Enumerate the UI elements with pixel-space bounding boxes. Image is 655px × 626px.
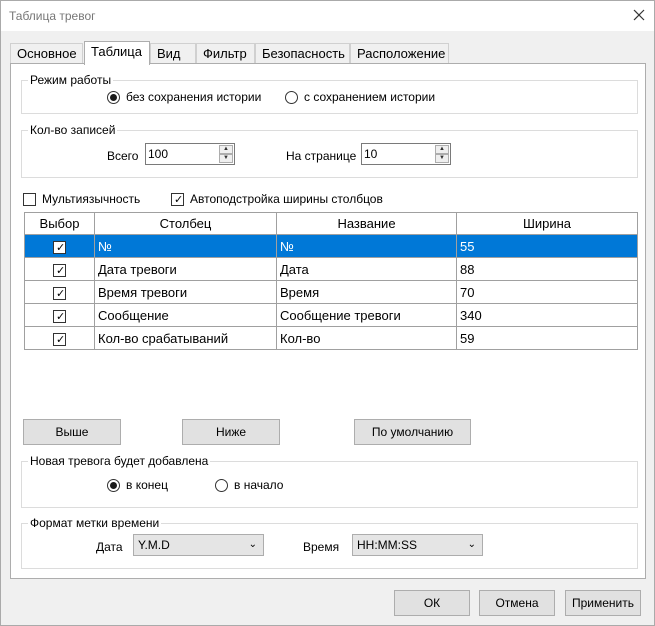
row-column: Время тревоги xyxy=(94,280,277,304)
per-page-spinner[interactable]: 10 ▲ ▼ xyxy=(361,143,451,165)
mode-group-title: Режим работы xyxy=(28,73,114,87)
date-format-select[interactable]: Y.M.D ⌄ xyxy=(133,534,264,556)
row-checkbox[interactable]: ✓ xyxy=(24,280,95,304)
autowidth-checkbox[interactable]: ✓ Автоподстройка ширины столбцов xyxy=(171,192,383,206)
add-to-start-radio[interactable]: в начало xyxy=(215,478,283,492)
mode-no-history-label: без сохранения истории xyxy=(126,90,262,104)
add-to-end-radio[interactable]: в конец xyxy=(107,478,168,492)
row-width[interactable]: 88 xyxy=(456,257,638,281)
row-width[interactable]: 70 xyxy=(456,280,638,304)
checkbox-checked-icon: ✓ xyxy=(53,240,66,254)
radio-unselected-icon xyxy=(285,90,298,104)
tab-security[interactable]: Безопасность xyxy=(255,43,350,64)
table-row[interactable]: ✓ Время тревоги Время 70 xyxy=(24,280,638,304)
autowidth-label: Автоподстройка ширины столбцов xyxy=(190,192,383,206)
row-name[interactable]: № xyxy=(276,234,457,258)
checkbox-checked-icon: ✓ xyxy=(53,286,66,300)
row-column: Сообщение xyxy=(94,303,277,327)
row-width[interactable]: 340 xyxy=(456,303,638,327)
row-checkbox[interactable]: ✓ xyxy=(24,257,95,281)
checkbox-unchecked-icon xyxy=(23,192,36,206)
row-width[interactable]: 55 xyxy=(456,234,638,258)
add-to-start-label: в начало xyxy=(234,478,284,492)
date-format-label: Дата xyxy=(96,540,123,554)
checkbox-checked-icon: ✓ xyxy=(171,192,184,206)
multilang-checkbox[interactable]: Мультиязычность xyxy=(23,192,140,206)
row-width[interactable]: 59 xyxy=(456,326,638,350)
header-column[interactable]: Столбец xyxy=(94,212,277,235)
title-bar: Таблица тревог xyxy=(1,1,654,31)
total-label: Всего xyxy=(107,149,139,163)
row-checkbox[interactable]: ✓ xyxy=(24,303,95,327)
columns-table: Выбор Столбец Название Ширина ✓ № № 55 ✓… xyxy=(24,212,638,350)
per-page-label: На странице xyxy=(286,149,357,163)
mode-no-history-radio[interactable]: без сохранения истории xyxy=(107,90,261,104)
row-column: № xyxy=(94,234,277,258)
timestamp-group-title: Формат метки времени xyxy=(28,516,162,530)
radio-unselected-icon xyxy=(215,478,228,492)
apply-button[interactable]: Применить xyxy=(565,590,641,616)
checkbox-checked-icon: ✓ xyxy=(53,263,66,277)
spin-down-icon[interactable]: ▼ xyxy=(219,154,233,163)
header-width[interactable]: Ширина xyxy=(456,212,638,235)
table-row[interactable]: ✓ Кол-во срабатываний Кол-во 59 xyxy=(24,326,638,350)
multilang-label: Мультиязычность xyxy=(42,192,141,206)
time-format-label: Время xyxy=(303,540,340,554)
ok-button[interactable]: ОК xyxy=(394,590,470,616)
table-row[interactable]: ✓ № № 55 xyxy=(24,234,638,258)
tab-panel: Режим работы без сохранения истории с со… xyxy=(10,63,646,579)
date-format-value: Y.M.D xyxy=(138,538,170,552)
row-checkbox[interactable]: ✓ xyxy=(24,234,95,258)
records-group-title: Кол-во записей xyxy=(28,123,118,137)
row-name[interactable]: Кол-во xyxy=(276,326,457,350)
header-name[interactable]: Название xyxy=(276,212,457,235)
add-to-end-label: в конец xyxy=(126,478,168,492)
mode-with-history-label: с сохранением истории xyxy=(304,90,436,104)
row-column: Дата тревоги xyxy=(94,257,277,281)
row-name[interactable]: Время xyxy=(276,280,457,304)
checkbox-checked-icon: ✓ xyxy=(53,309,66,323)
radio-selected-icon xyxy=(107,478,120,492)
chevron-down-icon: ⌄ xyxy=(248,539,257,550)
row-column: Кол-во срабатываний xyxy=(94,326,277,350)
row-name[interactable]: Дата xyxy=(276,257,457,281)
spin-down-icon[interactable]: ▼ xyxy=(435,154,449,163)
close-icon[interactable] xyxy=(630,6,648,24)
tab-filter[interactable]: Фильтр xyxy=(196,43,255,64)
checkbox-checked-icon: ✓ xyxy=(53,332,66,346)
move-down-button[interactable]: Ниже xyxy=(182,419,280,445)
alarm-table-dialog: Таблица тревог Основное Таблица Вид Филь… xyxy=(0,0,655,626)
radio-selected-icon xyxy=(107,90,120,104)
table-row[interactable]: ✓ Сообщение Сообщение тревоги 340 xyxy=(24,303,638,327)
tab-view[interactable]: Вид xyxy=(150,43,196,64)
tab-layout[interactable]: Расположение xyxy=(350,43,449,64)
time-format-select[interactable]: HH:MM:SS ⌄ xyxy=(352,534,483,556)
total-value: 100 xyxy=(148,147,169,161)
header-select[interactable]: Выбор xyxy=(24,212,95,235)
reset-default-button[interactable]: По умолчанию xyxy=(354,419,471,445)
spin-up-icon[interactable]: ▲ xyxy=(219,145,233,154)
cancel-button[interactable]: Отмена xyxy=(479,590,555,616)
tab-main[interactable]: Основное xyxy=(10,43,83,64)
window-title: Таблица тревог xyxy=(9,9,96,23)
spin-up-icon[interactable]: ▲ xyxy=(435,145,449,154)
total-spinner[interactable]: 100 ▲ ▼ xyxy=(145,143,235,165)
tab-table[interactable]: Таблица xyxy=(84,41,150,65)
time-format-value: HH:MM:SS xyxy=(357,538,417,552)
chevron-down-icon: ⌄ xyxy=(467,539,476,550)
mode-with-history-radio[interactable]: с сохранением истории xyxy=(285,90,435,104)
table-row[interactable]: ✓ Дата тревоги Дата 88 xyxy=(24,257,638,281)
per-page-value: 10 xyxy=(364,147,378,161)
new-alarm-group-title: Новая тревога будет добавлена xyxy=(28,454,211,468)
row-checkbox[interactable]: ✓ xyxy=(24,326,95,350)
row-name[interactable]: Сообщение тревоги xyxy=(276,303,457,327)
move-up-button[interactable]: Выше xyxy=(23,419,121,445)
